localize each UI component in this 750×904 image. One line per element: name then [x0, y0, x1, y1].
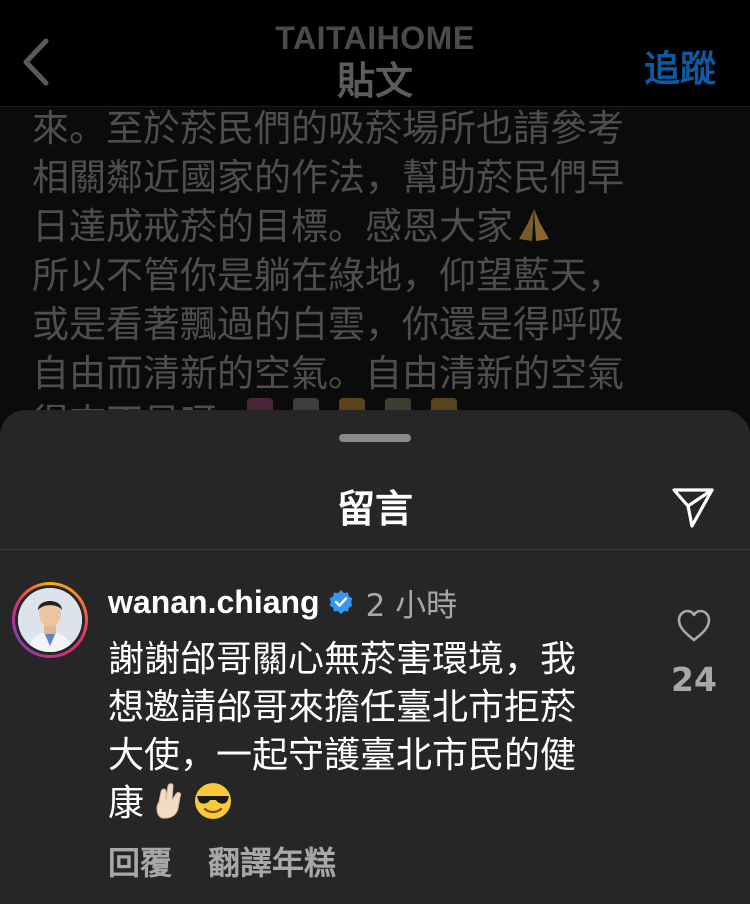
- caption-line: 或是看著飄過的白雲，你還是得呼吸: [32, 303, 624, 346]
- crossed-fingers-icon: [156, 783, 182, 819]
- caption-line: 所以不管你是躺在綠地，仰望藍天，: [32, 254, 624, 297]
- post-caption: 來。至於菸民們的吸菸場所也請參考 相關鄰近國家的作法，幫助菸民們早 日達成戒菸的…: [32, 104, 732, 447]
- comments-title: 留言: [336, 487, 413, 531]
- profile-photo: [18, 588, 82, 652]
- sunglasses-face-icon: [195, 783, 232, 819]
- comment-actions: 回覆 翻譯年糕: [108, 838, 336, 884]
- caption-line: 相關鄰近國家的作法，幫助菸民們早: [32, 156, 624, 199]
- caption-line: 自由而清新的空氣。自由清新的空氣: [32, 352, 624, 395]
- comment-timestamp: 2 小時: [365, 587, 458, 624]
- comment-line: 謝謝邰哥關心無菸害環境，我: [108, 639, 577, 680]
- comment-text-end: 康: [108, 783, 145, 824]
- comment-text: 謝謝邰哥關心無菸害環境，我 想邀請邰哥來擔任臺北市拒菸 大使，一起守護臺北市民的…: [108, 636, 658, 828]
- follow-button[interactable]: 追蹤: [644, 40, 716, 92]
- comment-line: 大使，一起守護臺北市民的健: [108, 735, 577, 776]
- caption-line: 日達成戒菸的目標。感恩大家: [32, 202, 732, 251]
- comment-header: wanan.chiang 2 小時: [108, 582, 458, 624]
- comment-line: 康: [108, 780, 658, 828]
- comments-sheet: 留言 wanan.chiang 2 小時 謝謝邰哥關心無菸害環境，我 想邀請邰哥…: [0, 410, 750, 904]
- translate-button[interactable]: 翻譯年糕: [208, 838, 336, 884]
- page-title: 貼文: [336, 59, 413, 103]
- avatar[interactable]: [12, 582, 88, 658]
- top-bar: TAITAIHOME 貼文 追蹤: [0, 0, 750, 107]
- caption-line: 來。至於菸民們的吸菸場所也請參考: [32, 107, 624, 150]
- comment-line: 想邀請邰哥來擔任臺北市拒菸: [108, 687, 577, 728]
- username[interactable]: wanan.chiang: [108, 584, 320, 621]
- caption-text: 日達成戒菸的目標。感恩大家: [32, 205, 513, 248]
- folded-hands-icon: [519, 209, 549, 241]
- like-count: 24: [671, 660, 717, 699]
- reply-button[interactable]: 回覆: [108, 838, 172, 884]
- drag-handle[interactable]: [339, 434, 411, 442]
- send-icon[interactable]: [670, 484, 716, 530]
- verified-badge-icon: [329, 590, 353, 614]
- heart-outline-icon[interactable]: [676, 608, 712, 644]
- comment-item: wanan.chiang 2 小時 謝謝邰哥關心無菸害環境，我 想邀請邰哥來擔任…: [0, 550, 750, 904]
